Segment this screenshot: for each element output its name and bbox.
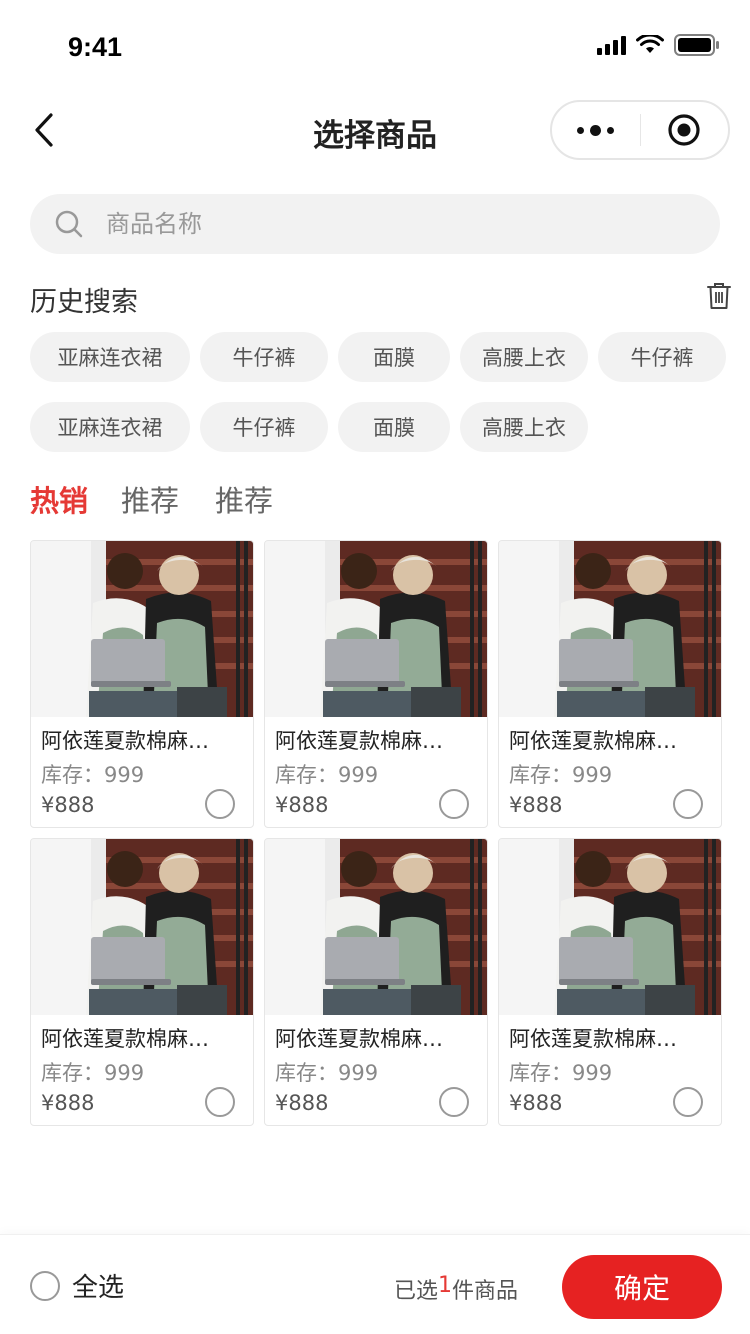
- product-price: ¥888: [41, 1091, 95, 1115]
- bottom-bar: 全选 已选 1 件商品 确定: [0, 1234, 750, 1334]
- selected-count: 1: [438, 1273, 453, 1298]
- search-icon: [55, 210, 83, 238]
- status-bar: 9:41: [0, 0, 750, 88]
- selected-prefix: 已选: [394, 1279, 439, 1304]
- history-tag[interactable]: 高腰上衣: [460, 332, 588, 382]
- trash-icon: [707, 283, 731, 309]
- product-image: [499, 541, 721, 717]
- product-stock: 库存：999: [509, 1061, 613, 1085]
- product-stock: 库存：999: [41, 1061, 145, 1085]
- product-card[interactable]: 阿依莲夏款棉麻… 库存：999 ¥888: [264, 838, 488, 1126]
- select-product-radio[interactable]: [439, 789, 469, 819]
- history-tag[interactable]: 面膜: [338, 332, 450, 382]
- product-name: 阿依莲夏款棉麻…: [509, 1027, 677, 1051]
- selected-suffix: 件商品: [452, 1279, 519, 1304]
- history-tag[interactable]: 牛仔裤: [598, 332, 726, 382]
- signal-icon: [597, 35, 626, 55]
- product-stock: 库存：999: [275, 1061, 379, 1085]
- product-stock: 库存：999: [41, 763, 145, 787]
- tab-recommend[interactable]: 推荐: [121, 478, 179, 520]
- battery-icon: [674, 34, 719, 56]
- select-product-radio[interactable]: [673, 1087, 703, 1117]
- tab-hot[interactable]: 热销: [30, 478, 88, 520]
- wifi-icon: [636, 35, 664, 53]
- product-name: 阿依莲夏款棉麻…: [41, 1027, 209, 1051]
- tab-recommend[interactable]: 推荐: [215, 478, 273, 520]
- product-stock: 库存：999: [509, 763, 613, 787]
- product-price: ¥888: [509, 1091, 563, 1115]
- selected-count-text: 已选 1 件商品: [394, 1273, 518, 1305]
- product-card[interactable]: 阿依莲夏款棉麻… 库存：999 ¥888: [264, 540, 488, 828]
- product-image: [499, 839, 721, 1015]
- history-title: 历史搜索: [30, 287, 138, 318]
- history-tag[interactable]: 牛仔裤: [200, 332, 328, 382]
- product-image: [265, 541, 487, 717]
- clear-history-button[interactable]: [706, 282, 732, 314]
- select-product-radio[interactable]: [205, 1087, 235, 1117]
- product-card[interactable]: 阿依莲夏款棉麻… 库存：999 ¥888: [498, 540, 722, 828]
- select-all-label: 全选: [72, 1273, 125, 1303]
- confirm-button[interactable]: 确定: [562, 1255, 722, 1319]
- product-card[interactable]: 阿依莲夏款棉麻… 库存：999 ¥888: [498, 838, 722, 1126]
- select-product-radio[interactable]: [205, 789, 235, 819]
- more-button[interactable]: [552, 102, 640, 158]
- history-tag[interactable]: 面膜: [338, 402, 450, 452]
- product-price: ¥888: [509, 793, 563, 817]
- mini-program-close-icon: [668, 114, 700, 146]
- product-image: [31, 541, 253, 717]
- product-image: [265, 839, 487, 1015]
- product-card[interactable]: 阿依莲夏款棉麻… 库存：999 ¥888: [30, 540, 254, 828]
- history-tag[interactable]: 亚麻连衣裙: [30, 332, 190, 382]
- history-tag[interactable]: 亚麻连衣裙: [30, 402, 190, 452]
- product-name: 阿依莲夏款棉麻…: [275, 1027, 443, 1051]
- product-price: ¥888: [275, 1091, 329, 1115]
- select-product-radio[interactable]: [673, 789, 703, 819]
- product-stock: 库存：999: [275, 763, 379, 787]
- product-name: 阿依莲夏款棉麻…: [275, 729, 443, 753]
- history-tag[interactable]: 牛仔裤: [200, 402, 328, 452]
- search-input[interactable]: [106, 210, 666, 238]
- search-bar: [30, 194, 720, 254]
- product-image: [31, 839, 253, 1015]
- select-all-toggle[interactable]: 全选: [30, 1267, 124, 1304]
- close-mini-program-button[interactable]: [641, 102, 729, 158]
- product-name: 阿依莲夏款棉麻…: [509, 729, 677, 753]
- more-dots-icon: [577, 126, 585, 134]
- status-icons: [597, 34, 720, 56]
- mini-program-capsule: [550, 100, 730, 160]
- nav-bar: 选择商品: [0, 88, 750, 174]
- radio-icon: [30, 1270, 60, 1301]
- history-tag[interactable]: 高腰上衣: [460, 402, 588, 452]
- product-price: ¥888: [275, 793, 329, 817]
- select-product-radio[interactable]: [439, 1087, 469, 1117]
- product-price: ¥888: [41, 793, 95, 817]
- product-name: 阿依莲夏款棉麻…: [41, 729, 209, 753]
- product-card[interactable]: 阿依莲夏款棉麻… 库存：999 ¥888: [30, 838, 254, 1126]
- status-time: 9:41: [68, 32, 123, 62]
